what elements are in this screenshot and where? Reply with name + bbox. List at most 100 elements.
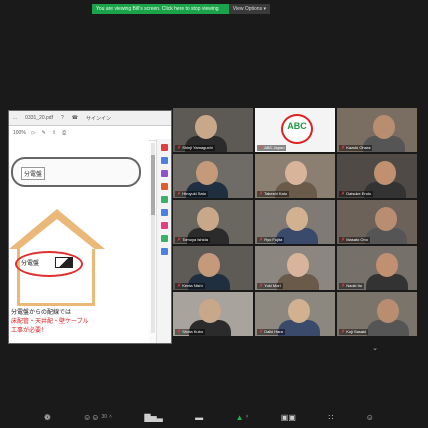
chevron-down-icon[interactable]: ⌄ [368, 344, 382, 352]
mic-muted-icon: ✗ [259, 283, 264, 289]
bell-icon[interactable]: ☎ [72, 115, 78, 121]
participant-name-text: Yuki Mori [264, 283, 281, 288]
participant-name: ✗Kazuki Ohara [339, 145, 373, 151]
participant-video-tile[interactable]: ABC ✗ABC Japan [255, 108, 335, 152]
participant-name-text: Daisuke Endo [346, 191, 372, 196]
fill-sign-icon[interactable] [160, 222, 168, 229]
participant-head [375, 207, 397, 231]
reactions-icon: ☺ [365, 412, 374, 422]
participant-name: ✗Hiroyuki Sato [175, 191, 208, 197]
polls-button[interactable]: ▇▅▃ [144, 413, 162, 422]
comment-tool-icon[interactable]: ✎ [42, 130, 46, 136]
document-side-tools [156, 139, 171, 343]
security-icon: ❁ [44, 412, 51, 422]
comment-side-icon[interactable] [160, 196, 168, 203]
mic-muted-icon: ✗ [177, 329, 182, 335]
signin-link[interactable]: サインイン [86, 115, 111, 122]
zoom-level[interactable]: 100% [13, 130, 26, 136]
select-tool-icon[interactable]: ▷ [32, 130, 36, 136]
participant-video-tile[interactable]: ✗Shota Kubo [173, 292, 253, 336]
participant-name-text: Daiki Hara [264, 329, 283, 334]
share-icon[interactable]: ⇧ [52, 130, 56, 136]
participant-name-text: Takeshi Kato [264, 191, 288, 196]
participant-head [199, 299, 221, 323]
reactions-button[interactable]: ☺ [366, 413, 374, 422]
document-tabs: ... 0331_20.pdf ? ☎ サインイン [9, 111, 171, 126]
breakout-rooms-icon: ∷ [328, 412, 334, 422]
print-icon[interactable]: ⎙ [62, 130, 66, 136]
panel-label: 分電盤 [21, 261, 40, 267]
abc-logo: ABC [281, 114, 313, 144]
chevron-up-icon[interactable]: ˄ [245, 414, 248, 420]
polls-icon: ▇▅▃ [144, 412, 163, 422]
record-icon: ▣▣ [280, 412, 296, 422]
participant-video-tile[interactable]: ✗Shinji Yamaguchi [173, 108, 253, 152]
screen-share-banner: You are viewing Bill’s screen. Click her… [92, 4, 270, 14]
breakout-rooms-button[interactable]: ∷ [328, 413, 333, 422]
organize-tool-icon[interactable] [160, 170, 168, 177]
participant-head [285, 161, 307, 185]
mic-muted-icon: ✗ [341, 329, 346, 335]
participant-video-tile[interactable]: ✗Ryo Fujita [255, 200, 335, 244]
logo-text: ABC [287, 121, 307, 131]
participant-video-tile[interactable]: ✗Masato Ono [337, 200, 417, 244]
participant-name: ✗Naoki Ito [339, 283, 364, 289]
security-button[interactable]: ❁ [44, 413, 51, 422]
participant-name-text: Kenta Nishi [182, 283, 203, 288]
help-icon[interactable]: ? [61, 115, 64, 121]
participant-name: ✗Ryo Fujita [257, 237, 285, 243]
participant-video-tile[interactable]: ✗Hiroyuki Sato [173, 154, 253, 198]
mic-muted-icon: ✗ [177, 145, 182, 151]
note-line-1: 分電盤からの配線では [11, 310, 72, 316]
participant-video-tile[interactable]: ✗Naoki Ito [337, 246, 417, 290]
participant-name-text: Koji Sasaki [346, 329, 366, 334]
participant-video-tile[interactable]: ✗Yuki Mori [255, 246, 335, 290]
chevron-up-icon[interactable]: ˄ [109, 414, 112, 420]
participant-video-tile[interactable]: ✗Daiki Hara [255, 292, 335, 336]
protect-tool-icon[interactable] [160, 235, 168, 242]
participant-video-tile[interactable]: ✗Tomoya Ishida [173, 200, 253, 244]
mic-muted-icon: ✗ [177, 283, 182, 289]
record-button[interactable]: ▣▣ [281, 413, 296, 422]
document-scroll-thumb[interactable] [151, 155, 155, 215]
participant-name: ✗Masato Ono [339, 237, 370, 243]
participants-button[interactable]: ☺☺ 30 ˄ [83, 413, 112, 422]
more-tools-icon[interactable] [160, 248, 168, 255]
export-tool-icon[interactable] [160, 183, 168, 190]
participant-name: ✗Koji Sasaki [339, 329, 368, 335]
participant-video-tile[interactable]: ✗Takeshi Kato [255, 154, 335, 198]
participant-head [377, 299, 399, 323]
cloud-label: 分電盤 [21, 167, 46, 180]
participant-name-text: Kazuki Ohara [346, 145, 371, 150]
mic-muted-icon: ✗ [259, 145, 264, 151]
mic-muted-icon: ✗ [177, 191, 182, 197]
participant-head [197, 207, 219, 231]
share-screen-button[interactable]: ▲ ˄ [236, 413, 249, 422]
participant-name: ✗Tomoya Ishida [175, 237, 210, 243]
combine-tool-icon[interactable] [160, 209, 168, 216]
mic-muted-icon: ✗ [341, 145, 346, 151]
chat-button[interactable]: ▬ [195, 413, 203, 422]
participant-video-tile[interactable]: ✗Kazuki Ohara [337, 108, 417, 152]
participant-name: ✗Daisuke Endo [339, 191, 374, 197]
participant-video-tile[interactable]: ✗Kenta Nishi [173, 246, 253, 290]
participant-name-text: ABC Japan [264, 145, 285, 150]
participant-name: ✗Shinji Yamaguchi [175, 145, 215, 151]
participant-video-tile[interactable]: ✗Daisuke Endo [337, 154, 417, 198]
tab-document-file[interactable]: 0331_20.pdf [25, 115, 53, 121]
participant-head [286, 207, 308, 231]
mic-muted-icon: ✗ [341, 237, 346, 243]
chat-icon: ▬ [195, 412, 204, 422]
participants-icon: ☺☺ [83, 412, 100, 422]
tab-previous[interactable]: ... [13, 115, 17, 121]
edit-tool-icon[interactable] [160, 157, 168, 164]
participant-video-tile[interactable]: ✗Koji Sasaki [337, 292, 417, 336]
participant-name-text: Shota Kubo [182, 329, 204, 334]
participant-head [196, 161, 218, 185]
participant-head [198, 253, 220, 277]
viewing-screen-notice[interactable]: You are viewing Bill’s screen. Click her… [92, 4, 229, 14]
participant-head [373, 115, 395, 139]
view-options-button[interactable]: View Options ▾ [228, 4, 270, 14]
participant-head [376, 253, 398, 277]
pdf-tool-icon[interactable] [160, 144, 168, 151]
